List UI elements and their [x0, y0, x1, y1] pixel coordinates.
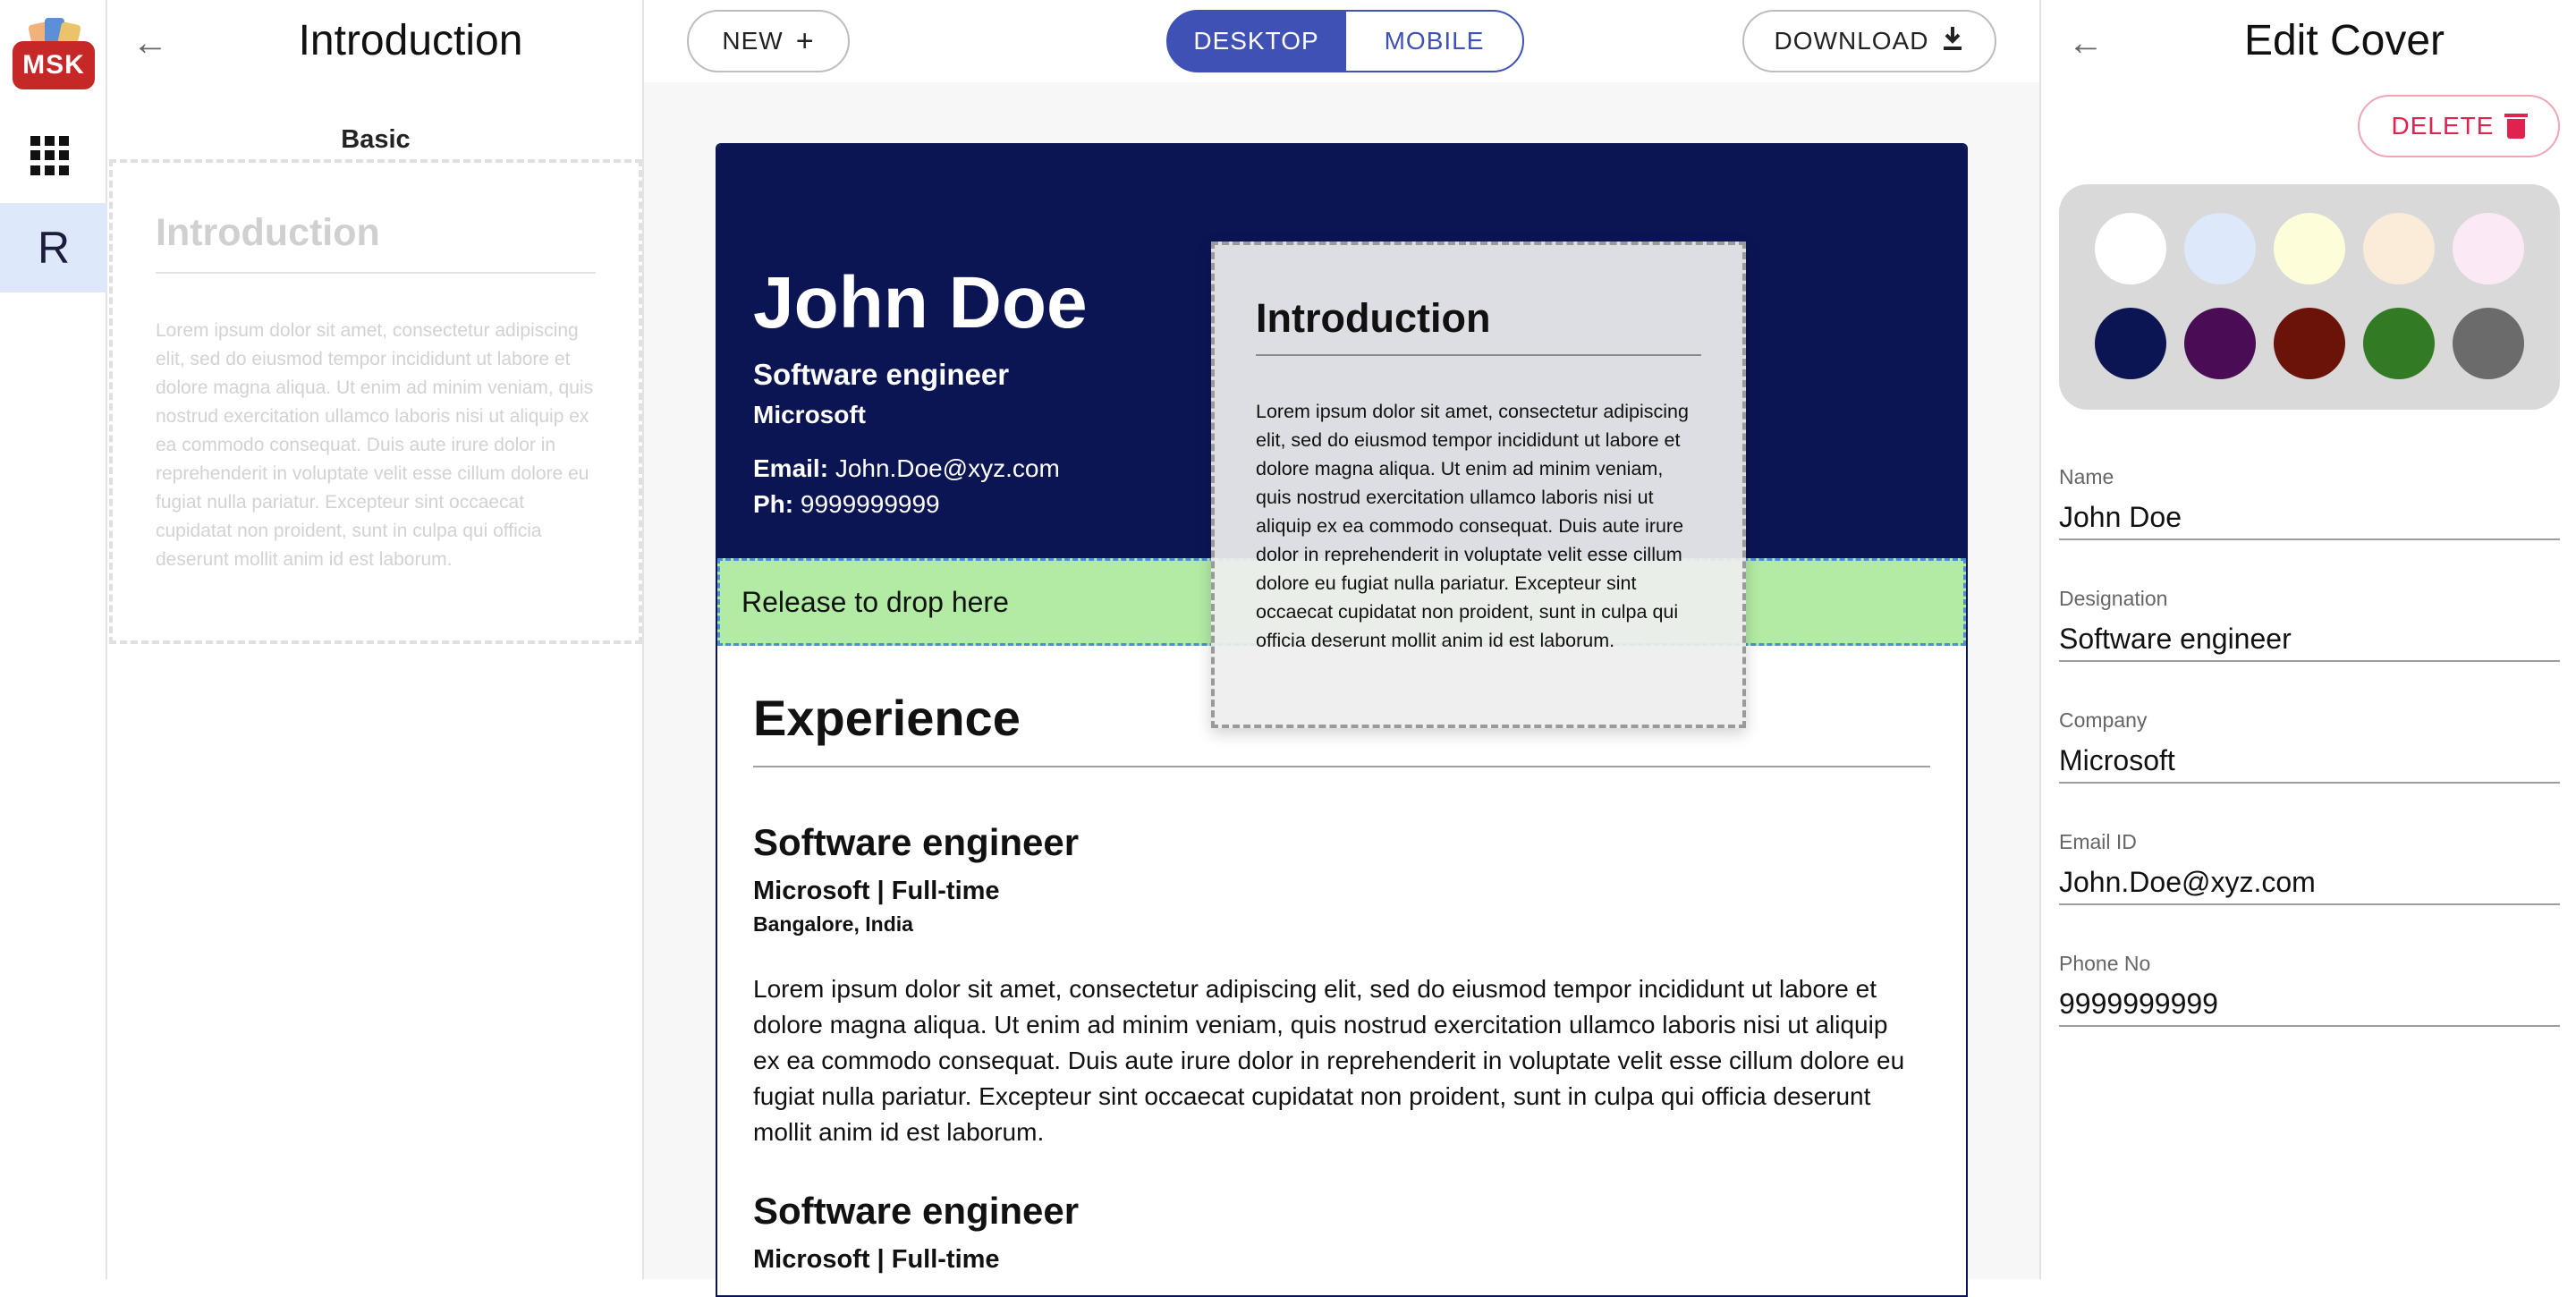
new-button[interactable]: NEW + [687, 10, 850, 72]
color-swatch[interactable] [2274, 213, 2345, 284]
dragged-card-title: Introduction [1256, 295, 1491, 341]
color-swatch[interactable] [2095, 308, 2166, 379]
field-label: Phone No [2059, 952, 2151, 975]
email-value: John.Doe@xyz.com [835, 454, 1060, 482]
divider [1256, 354, 1701, 356]
job-company: Microsoft | Full-time [753, 1245, 1000, 1274]
sections-panel: ← Introduction Basic Introduction Lorem … [107, 0, 644, 1279]
job-title: Software engineer [753, 1190, 1080, 1232]
nav-rail: MSK R [0, 0, 107, 1279]
section-card-placeholder: Introduction Lorem ipsum dolor sit amet,… [109, 159, 642, 644]
name-field: Name [2059, 465, 2560, 564]
email-input[interactable] [2059, 860, 2560, 905]
delete-button[interactable]: DELETE [2358, 95, 2560, 157]
color-palette [2059, 184, 2560, 410]
download-button-label: DOWNLOAD [1774, 27, 1929, 55]
grid-icon[interactable] [30, 136, 70, 175]
job-description: Lorem ipsum dolor sit amet, consectetur … [753, 975, 1905, 1146]
email-label: Email: [753, 454, 829, 482]
color-swatch[interactable] [2453, 308, 2524, 379]
app-logo[interactable]: MSK [13, 14, 95, 89]
section-card-title: Introduction [156, 211, 380, 254]
cover-company: Microsoft [753, 401, 866, 428]
plus-icon: + [795, 24, 815, 58]
download-icon [1941, 25, 1964, 57]
cover-email: Email: John.Doe@xyz.com [753, 454, 1060, 483]
experience-title: Experience [753, 690, 1021, 746]
color-swatch[interactable] [2184, 308, 2256, 379]
delete-button-label: DELETE [2391, 112, 2495, 140]
designation-input[interactable] [2059, 617, 2560, 662]
new-button-label: NEW [722, 27, 784, 55]
divider [753, 766, 1930, 767]
mobile-view-button[interactable]: MOBILE [1344, 10, 1524, 72]
arrow-left-icon[interactable]: ← [132, 25, 168, 61]
field-label: Designation [2059, 587, 2168, 610]
email-field: Email ID [2059, 830, 2560, 928]
designation-field: Designation [2059, 587, 2560, 685]
field-label: Email ID [2059, 830, 2137, 853]
company-field: Company [2059, 708, 2560, 807]
trash-icon [2504, 114, 2529, 139]
rail-item-resume[interactable]: R [0, 203, 107, 292]
dragged-section-card[interactable]: Introduction Lorem ipsum dolor sit amet,… [1211, 242, 1746, 728]
download-button[interactable]: DOWNLOAD [1742, 10, 1996, 72]
color-swatch[interactable] [2363, 213, 2435, 284]
edit-panel-title: Edit Cover [2243, 17, 2445, 64]
phone-field: Phone No [2059, 952, 2560, 1050]
panel-title: Introduction [298, 17, 523, 64]
job-title: Software engineer [753, 821, 1080, 863]
view-toggle: DESKTOP MOBILE [1166, 10, 1524, 72]
cover-designation: Software engineer [753, 358, 1010, 391]
job-company: Microsoft | Full-time [753, 877, 1000, 905]
phone-label: Ph: [753, 490, 794, 518]
color-swatch[interactable] [2274, 308, 2345, 379]
cover-name: John Doe [753, 262, 1088, 343]
name-input[interactable] [2059, 496, 2560, 540]
color-swatch[interactable] [2453, 213, 2524, 284]
arrow-left-icon[interactable]: ← [2068, 25, 2104, 61]
section-group-label: Basic [341, 125, 411, 154]
dragged-card-body: Lorem ipsum dolor sit amet, consectetur … [1256, 401, 1689, 651]
toolbar: NEW + DESKTOP MOBILE DOWNLOAD [644, 0, 2039, 82]
job-location: Bangalore, India [753, 912, 913, 936]
editor-workspace: NEW + DESKTOP MOBILE DOWNLOAD John Doe S… [644, 0, 2039, 1297]
section-card-body: Lorem ipsum dolor sit amet, consectetur … [156, 320, 594, 570]
logo-text: MSK [13, 41, 95, 89]
field-label: Company [2059, 708, 2148, 732]
phone-value: 9999999999 [800, 490, 940, 518]
color-swatch[interactable] [2363, 308, 2435, 379]
divider [156, 272, 596, 274]
desktop-view-button[interactable]: DESKTOP [1166, 10, 1346, 72]
color-swatch[interactable] [2184, 213, 2256, 284]
company-input[interactable] [2059, 739, 2560, 784]
color-swatch[interactable] [2095, 213, 2166, 284]
phone-input[interactable] [2059, 982, 2560, 1027]
edit-panel: ← Edit Cover DELETE Name Designation Com… [2039, 0, 2576, 1279]
cover-phone: Ph: 9999999999 [753, 490, 940, 519]
field-label: Name [2059, 465, 2114, 488]
